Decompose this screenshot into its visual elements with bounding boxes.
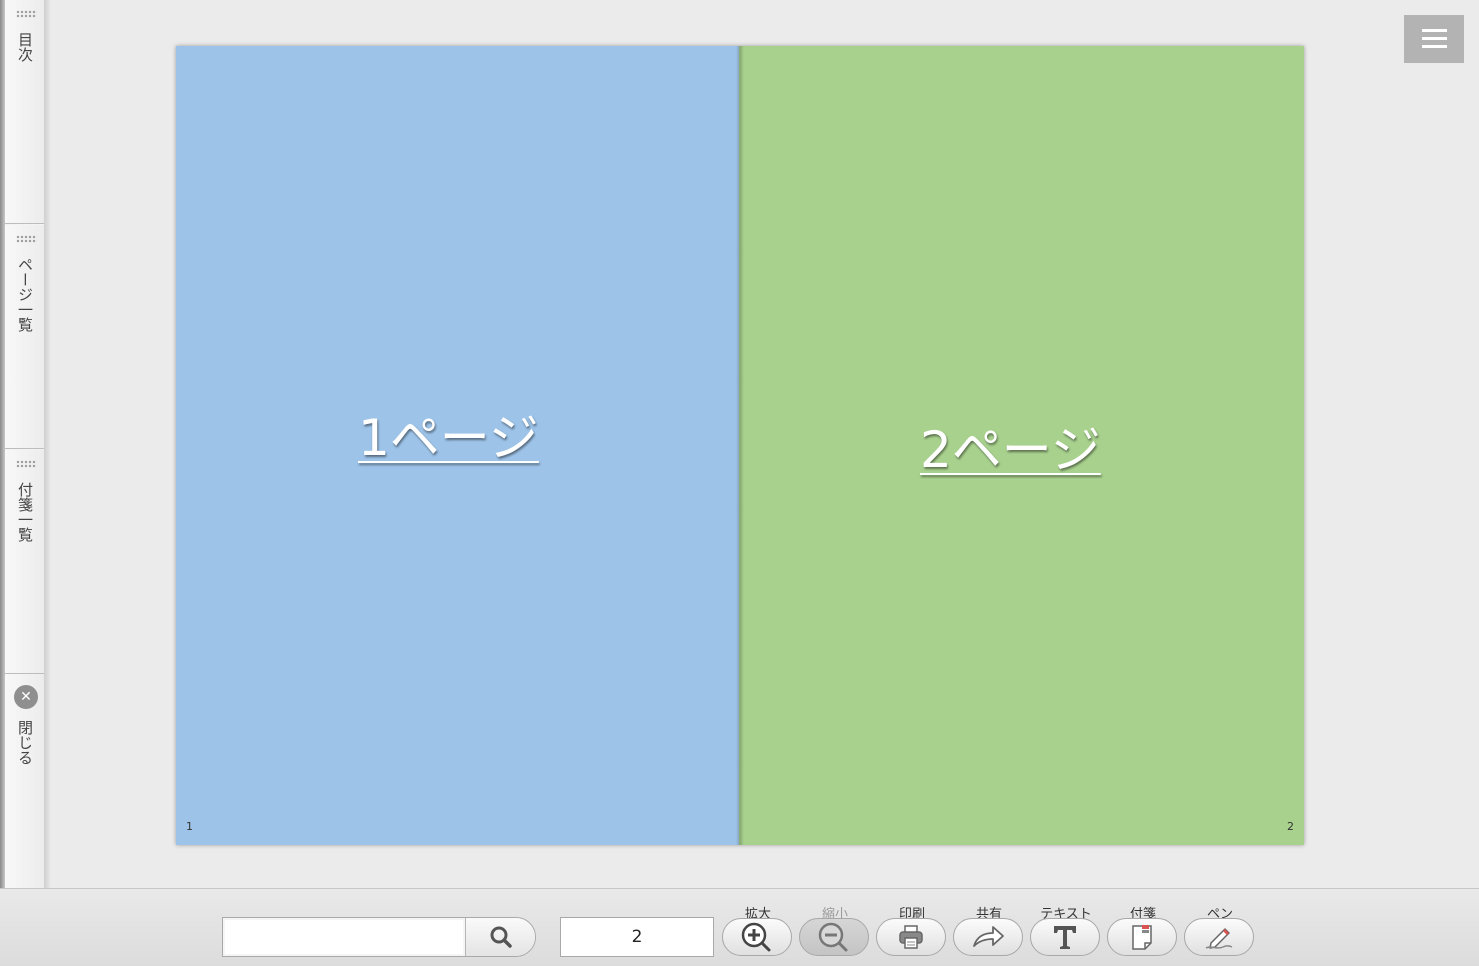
menu-button[interactable] xyxy=(1404,15,1464,63)
search-input[interactable] xyxy=(225,920,463,954)
zoom-in-button[interactable] xyxy=(722,918,792,956)
text-tool: テキスト xyxy=(1029,899,1103,959)
sidebar-tab-label: 付箋一覧 xyxy=(16,482,34,542)
sidebar-edge xyxy=(44,0,50,890)
sidebar-close-button[interactable]: ✕ 閉じる xyxy=(5,674,44,890)
share-tool: 共有 xyxy=(952,899,1026,959)
page-number-label: 1 xyxy=(186,820,193,833)
page-left[interactable]: 1ページ 1 xyxy=(176,46,739,845)
text-button[interactable] xyxy=(1030,918,1100,956)
page-link-title[interactable]: 2ページ xyxy=(920,410,1101,482)
sidebar: 目次 ページ一覧 付箋一覧 ✕ 閉じる xyxy=(0,0,50,890)
sticky-note-button[interactable] xyxy=(1107,918,1177,956)
zoom-out-icon xyxy=(818,922,848,952)
sticky-note-icon xyxy=(1132,925,1152,950)
search-icon xyxy=(490,926,512,948)
share-button[interactable] xyxy=(953,918,1023,956)
page-link-title[interactable]: 1ページ xyxy=(358,398,539,470)
search-button[interactable] xyxy=(465,918,535,956)
zoom-in-tool: 拡大 xyxy=(721,899,795,959)
pen-tool: ペン xyxy=(1183,899,1257,959)
close-icon: ✕ xyxy=(14,685,38,709)
zoom-out-tool: 縮小 xyxy=(798,899,872,959)
grip-icon xyxy=(16,235,37,243)
sidebar-tab-page-list[interactable]: ページ一覧 xyxy=(5,225,44,449)
pen-button[interactable] xyxy=(1184,918,1254,956)
sidebar-close-label: 閉じる xyxy=(16,720,34,765)
zoom-in-icon xyxy=(741,922,771,952)
search-box xyxy=(222,917,536,957)
share-icon xyxy=(973,926,1004,947)
bottom-toolbar: 拡大 縮小 印刷 xyxy=(0,888,1479,966)
sidebar-tab-sticky-list[interactable]: 付箋一覧 xyxy=(5,450,44,674)
printer-icon xyxy=(899,925,923,949)
sticky-note-tool: 付箋 xyxy=(1106,899,1180,959)
sidebar-tab-toc[interactable]: 目次 xyxy=(5,0,44,224)
page-number-label: 2 xyxy=(1287,820,1294,833)
zoom-out-button[interactable] xyxy=(799,918,869,956)
sidebar-tab-label: 目次 xyxy=(16,32,34,62)
page-right[interactable]: 2ページ 2 xyxy=(739,46,1304,845)
book-gutter xyxy=(736,46,744,845)
print-tool: 印刷 xyxy=(875,899,949,959)
book-spread: 1ページ 1 2ページ 2 xyxy=(176,46,1304,845)
print-button[interactable] xyxy=(876,918,946,956)
pen-icon xyxy=(1205,928,1233,949)
text-icon xyxy=(1054,926,1076,949)
grip-icon xyxy=(16,460,37,468)
sidebar-tab-label: ページ一覧 xyxy=(16,257,34,332)
page-number-input[interactable] xyxy=(560,917,714,957)
grip-icon xyxy=(16,10,37,18)
